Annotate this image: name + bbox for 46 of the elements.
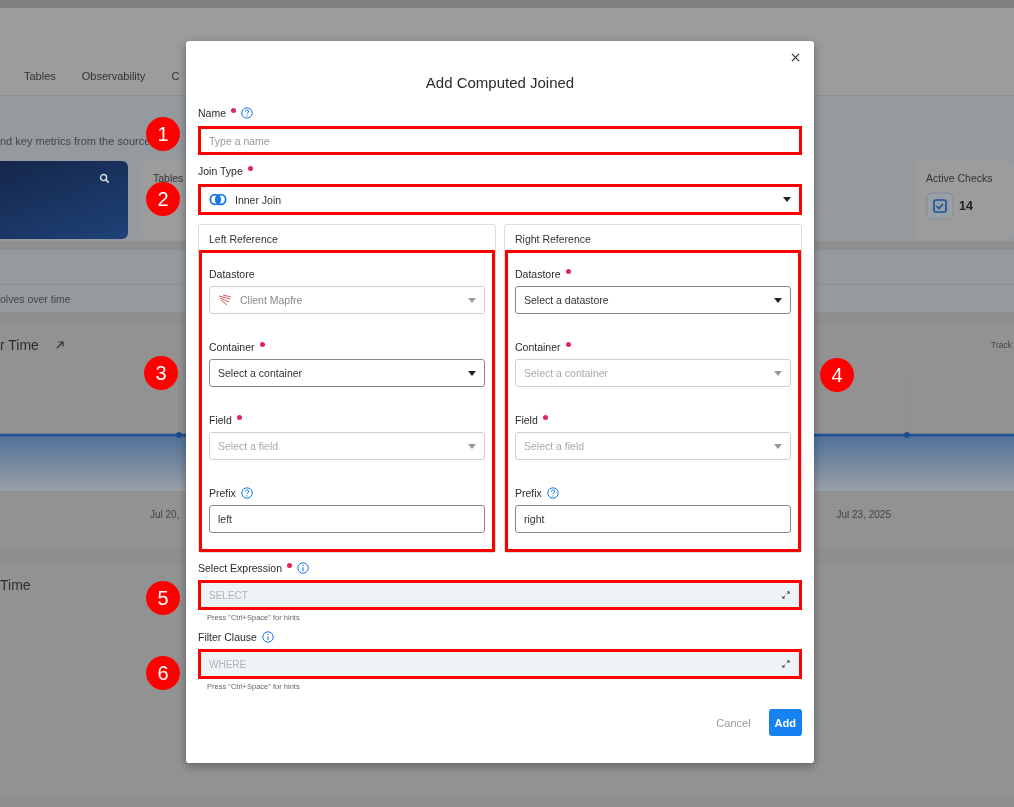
- field-label: Field: [515, 414, 538, 426]
- field-label: Container: [515, 341, 561, 353]
- chart-legend-text: Track: [991, 340, 1012, 350]
- card-title: Right Reference: [514, 232, 592, 247]
- dialog-title: Add Computed Joined: [425, 74, 575, 91]
- card-value: 14: [959, 199, 973, 213]
- field-label: Container: [209, 341, 255, 353]
- prefix-input[interactable]: left: [209, 505, 485, 533]
- card-label: Active Checks: [926, 172, 994, 184]
- join-type-select[interactable]: Inner Join: [198, 184, 802, 215]
- expand-icon[interactable]: [782, 591, 790, 599]
- nav-tab[interactable]: Observability: [81, 70, 146, 82]
- field-label: Filter Clause: [198, 631, 257, 643]
- axis-label: Jul 20,: [150, 509, 180, 520]
- help-icon[interactable]: [240, 487, 253, 499]
- venn-icon: [209, 193, 227, 206]
- field-label: Name: [198, 107, 226, 119]
- section-caption: olves over time: [0, 292, 71, 305]
- nav-tab[interactable]: Tables: [24, 70, 56, 82]
- external-link-icon[interactable]: [54, 340, 65, 350]
- container-select[interactable]: Select a container: [209, 359, 485, 387]
- help-icon[interactable]: [546, 487, 559, 499]
- field-label: Datastore: [515, 268, 561, 280]
- field-label: Datastore: [209, 268, 255, 280]
- field-label: Prefix: [209, 487, 236, 499]
- cancel-button[interactable]: Cancel: [712, 710, 755, 735]
- add-button[interactable]: Add: [768, 709, 802, 736]
- chart-title: r Time: [0, 337, 39, 353]
- name-input[interactable]: Type a name: [198, 126, 802, 155]
- chart-title: Time: [0, 577, 31, 593]
- help-icon[interactable]: [241, 107, 253, 119]
- expand-icon[interactable]: [782, 660, 790, 668]
- field-label: Field: [209, 414, 232, 426]
- field-label: Join Type: [198, 165, 243, 177]
- card-title: Left Reference: [208, 232, 279, 247]
- axis-label: Jul 23, 2025: [836, 509, 891, 520]
- checkbox-icon: [926, 192, 954, 220]
- info-icon[interactable]: [261, 631, 274, 643]
- prefix-input[interactable]: right: [515, 505, 791, 533]
- field-label: Select Expression: [198, 562, 283, 574]
- info-icon[interactable]: [297, 562, 310, 574]
- field-label: Prefix: [515, 487, 542, 499]
- close-icon[interactable]: [791, 53, 800, 62]
- nav-tab[interactable]: C: [171, 70, 180, 82]
- search-icon[interactable]: [99, 173, 110, 184]
- datastore-select[interactable]: Select a datastore: [515, 286, 791, 314]
